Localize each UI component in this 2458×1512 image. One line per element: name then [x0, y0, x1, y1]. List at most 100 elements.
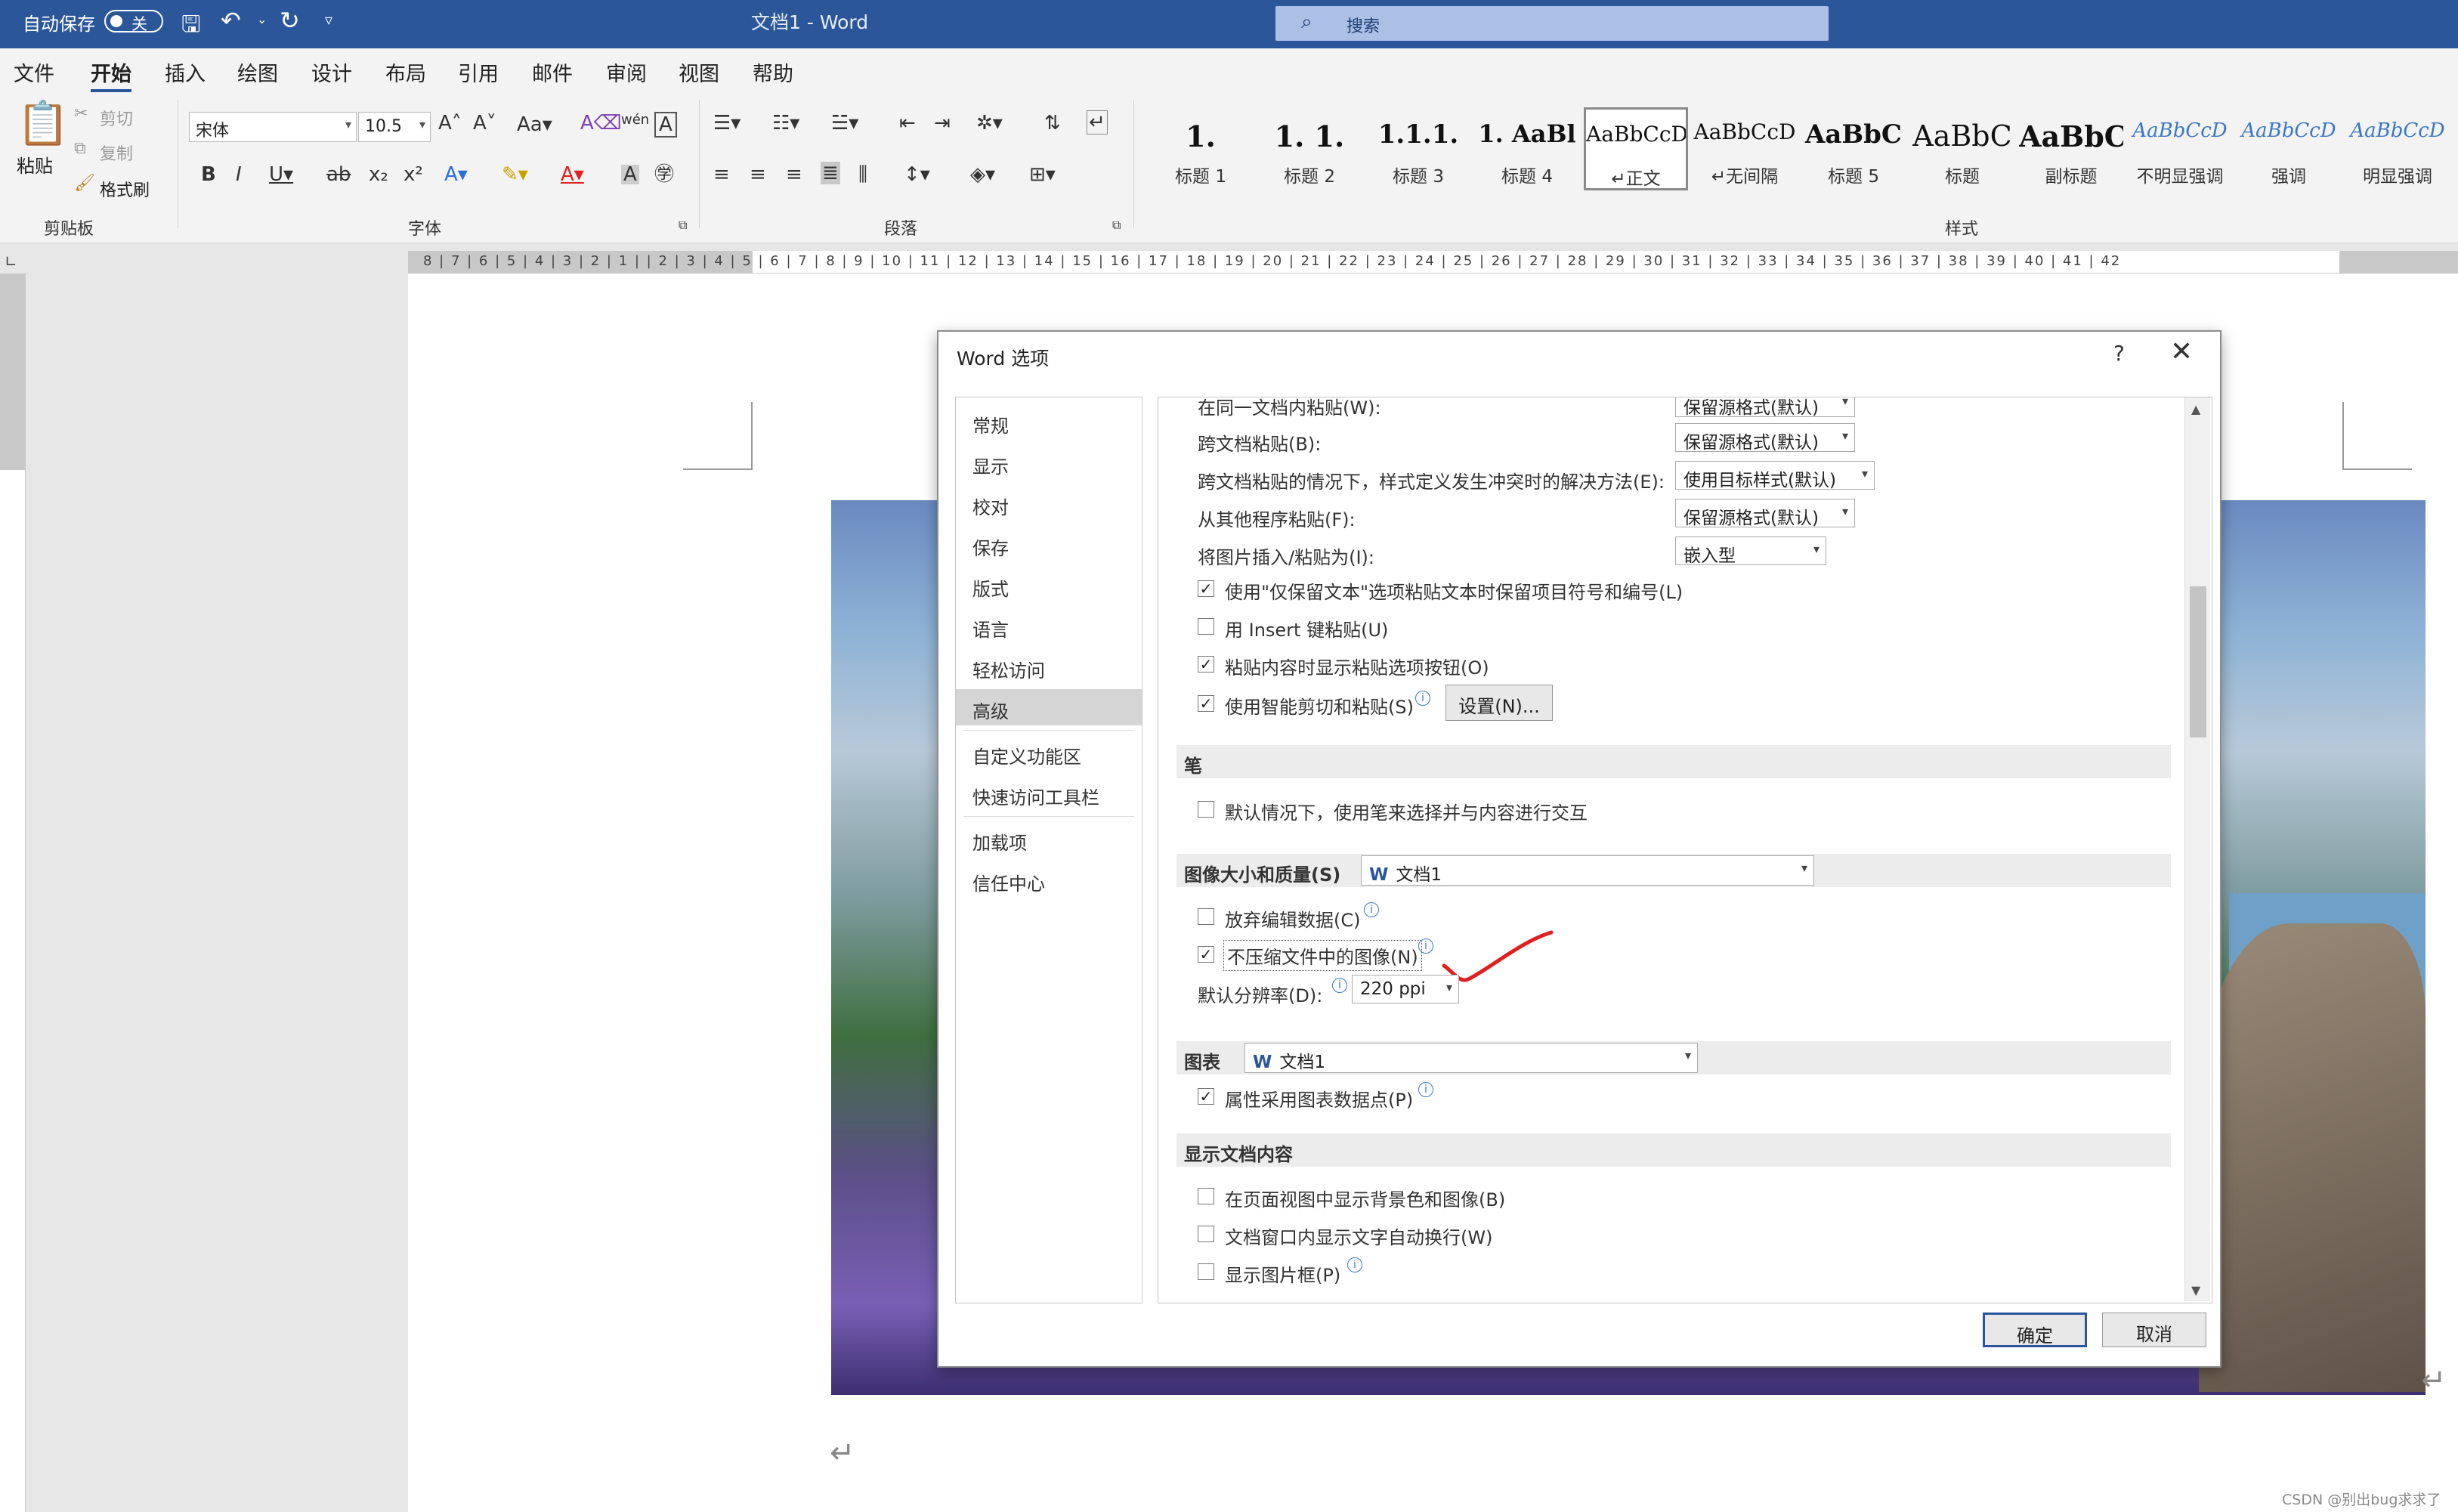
style-9[interactable]: AaBbC 副标题 — [2019, 107, 2123, 190]
paste-within-doc-select[interactable]: 保留源格式(默认) ▾ — [1675, 397, 1855, 418]
image-quality-doc-select[interactable]: W 文档1 ▾ — [1361, 855, 1814, 886]
subscript-icon[interactable]: x₂ — [369, 165, 388, 184]
shrink-font-icon[interactable]: A˅ — [473, 113, 496, 133]
tab-draw[interactable]: 绘图 — [237, 57, 278, 87]
keep-bullets-checkbox[interactable]: ✓ — [1198, 580, 1214, 597]
dialog-launcher-icon[interactable]: ⧉ — [1112, 219, 1121, 231]
phonetic-guide-icon[interactable]: wén — [621, 113, 649, 127]
font-name-combo[interactable]: 宋体 ▾ — [189, 112, 357, 142]
nav-accessibility[interactable]: 轻松访问 — [956, 648, 1142, 685]
shading-icon[interactable]: ◈▾ — [970, 165, 995, 184]
search-input[interactable]: ⌕ 搜索 — [1275, 6, 1829, 41]
highlight-icon[interactable]: ✎▾ — [502, 165, 528, 184]
style-4[interactable]: 1. AaBl 标题 4 — [1475, 107, 1579, 190]
paste-label[interactable]: 粘贴 — [17, 151, 53, 178]
undo-dropdown-icon[interactable]: ⌄ — [257, 12, 267, 26]
character-border-icon[interactable]: A — [654, 112, 677, 138]
clear-format-icon[interactable]: A⌫ — [580, 113, 622, 133]
strikethrough-icon[interactable]: ab — [326, 165, 351, 184]
multilevel-list-icon[interactable]: ☱▾ — [831, 113, 858, 133]
font-size-combo[interactable]: 10.5 ▾ — [358, 112, 431, 142]
format-painter-icon[interactable]: 🖌 — [74, 175, 95, 192]
style-6[interactable]: AaBbCcD ↵无间隔 — [1693, 107, 1797, 190]
style-5[interactable]: AaBbCcD ↵正文 — [1584, 107, 1688, 190]
superscript-icon[interactable]: x² — [403, 165, 423, 184]
style-10[interactable]: AaBbCcD 不明显强调 — [2128, 107, 2232, 190]
nav-typography[interactable]: 版式 — [956, 567, 1142, 603]
enclose-characters-icon[interactable]: ㊫ — [654, 165, 674, 184]
tab-review[interactable]: 审阅 — [606, 57, 647, 87]
nav-customize-ribbon[interactable]: 自定义功能区 — [956, 734, 1142, 771]
customize-qat-icon[interactable]: ▿ — [325, 11, 332, 29]
nav-proofing[interactable]: 校对 — [956, 485, 1142, 521]
borders-icon[interactable]: ⊞▾ — [1029, 165, 1056, 184]
decrease-indent-icon[interactable]: ⇤ — [899, 113, 916, 133]
tab-design[interactable]: 设计 — [311, 57, 352, 87]
tab-insert[interactable]: 插入 — [165, 57, 206, 87]
info-icon[interactable]: i — [1418, 1082, 1433, 1097]
paste-between-docs-select[interactable]: 保留源格式(默认) ▾ — [1675, 423, 1855, 453]
nav-display[interactable]: 显示 — [956, 444, 1142, 481]
nav-quick-access[interactable]: 快速访问工具栏 — [956, 775, 1142, 812]
dialog-launcher-icon[interactable]: ⧉ — [679, 219, 687, 231]
align-left-icon[interactable]: ≡ — [713, 165, 730, 184]
tab-layout[interactable]: 布局 — [385, 57, 426, 87]
tab-view[interactable]: 视图 — [679, 57, 719, 87]
info-icon[interactable]: i — [1415, 691, 1430, 706]
character-shading-icon[interactable]: A — [621, 165, 639, 184]
distributed-icon[interactable]: ⫼ — [858, 165, 867, 184]
undo-icon[interactable]: ↶ — [221, 6, 241, 35]
nav-trust-center[interactable]: 信任中心 — [956, 861, 1142, 898]
grow-font-icon[interactable]: A˄ — [438, 113, 462, 133]
sort-icon[interactable]: ⇅ — [1044, 113, 1061, 133]
style-conflict-select[interactable]: 使用目标样式(默认) ▾ — [1675, 461, 1875, 490]
font-color-icon[interactable]: A▾ — [561, 165, 584, 184]
style-12[interactable]: AaBbCcD 明显强调 — [2345, 107, 2450, 190]
show-marks-icon[interactable]: ↵ — [1087, 110, 1108, 135]
bold-icon[interactable]: B — [201, 165, 216, 184]
options-scrollbar[interactable]: ▲ ▼ — [2184, 397, 2210, 1301]
increase-indent-icon[interactable]: ⇥ — [934, 113, 951, 133]
info-icon[interactable]: i — [1347, 1257, 1362, 1272]
nav-general[interactable]: 常规 — [956, 404, 1142, 440]
scroll-thumb[interactable] — [2190, 586, 2206, 737]
info-icon[interactable]: i — [1418, 938, 1433, 954]
nav-language[interactable]: 语言 — [956, 608, 1142, 644]
align-center-icon[interactable]: ≡ — [750, 165, 766, 184]
text-effects-icon[interactable]: A▾ — [444, 165, 468, 184]
pen-interact-checkbox[interactable] — [1198, 801, 1214, 818]
do-not-compress-checkbox[interactable]: ✓ — [1198, 946, 1214, 963]
underline-icon[interactable]: U▾ — [269, 165, 293, 184]
tab-home[interactable]: 开始 — [91, 57, 131, 93]
justify-icon[interactable]: ≣ — [821, 162, 840, 184]
close-icon[interactable]: ✕ — [2170, 336, 2193, 367]
discard-edit-data-checkbox[interactable] — [1198, 908, 1214, 925]
chinese-layout-icon[interactable]: ✲▾ — [976, 113, 1003, 133]
tab-references[interactable]: 引用 — [458, 57, 499, 87]
save-icon[interactable]: 🖫 — [181, 8, 201, 46]
nav-advanced[interactable]: 高级 — [956, 689, 1142, 725]
style-2[interactable]: 1. 1. 标题 2 — [1257, 107, 1362, 190]
cut-label[interactable]: 剪切 — [100, 106, 133, 130]
copy-label[interactable]: 复制 — [100, 141, 133, 165]
cancel-button[interactable]: 取消 — [2102, 1313, 2206, 1347]
style-3[interactable]: 1.1.1. 标题 3 — [1366, 107, 1470, 190]
scroll-up-icon[interactable]: ▲ — [2191, 402, 2200, 416]
smart-cut-paste-checkbox[interactable]: ✓ — [1198, 695, 1214, 712]
italic-icon[interactable]: I — [236, 165, 242, 184]
style-11[interactable]: AaBbCcD 强调 — [2237, 107, 2341, 190]
numbering-icon[interactable]: ☷▾ — [772, 113, 799, 133]
show-paste-options-checkbox[interactable]: ✓ — [1198, 656, 1214, 673]
copy-icon[interactable]: ⧉ — [74, 141, 86, 157]
redo-icon[interactable]: ↻ — [280, 6, 300, 35]
nav-save[interactable]: 保存 — [956, 526, 1142, 562]
format-painter-label[interactable]: 格式刷 — [100, 177, 150, 201]
vertical-ruler[interactable] — [0, 274, 26, 1512]
tab-file[interactable]: 文件 — [14, 57, 54, 87]
wrap-text-checkbox[interactable] — [1198, 1226, 1214, 1242]
picture-placeholder-checkbox[interactable] — [1198, 1263, 1214, 1280]
scroll-down-icon[interactable]: ▼ — [2191, 1283, 2200, 1297]
line-spacing-icon[interactable]: ↕▾ — [904, 165, 930, 184]
align-right-icon[interactable]: ≡ — [786, 165, 802, 184]
bullets-icon[interactable]: ☰▾ — [713, 113, 740, 133]
